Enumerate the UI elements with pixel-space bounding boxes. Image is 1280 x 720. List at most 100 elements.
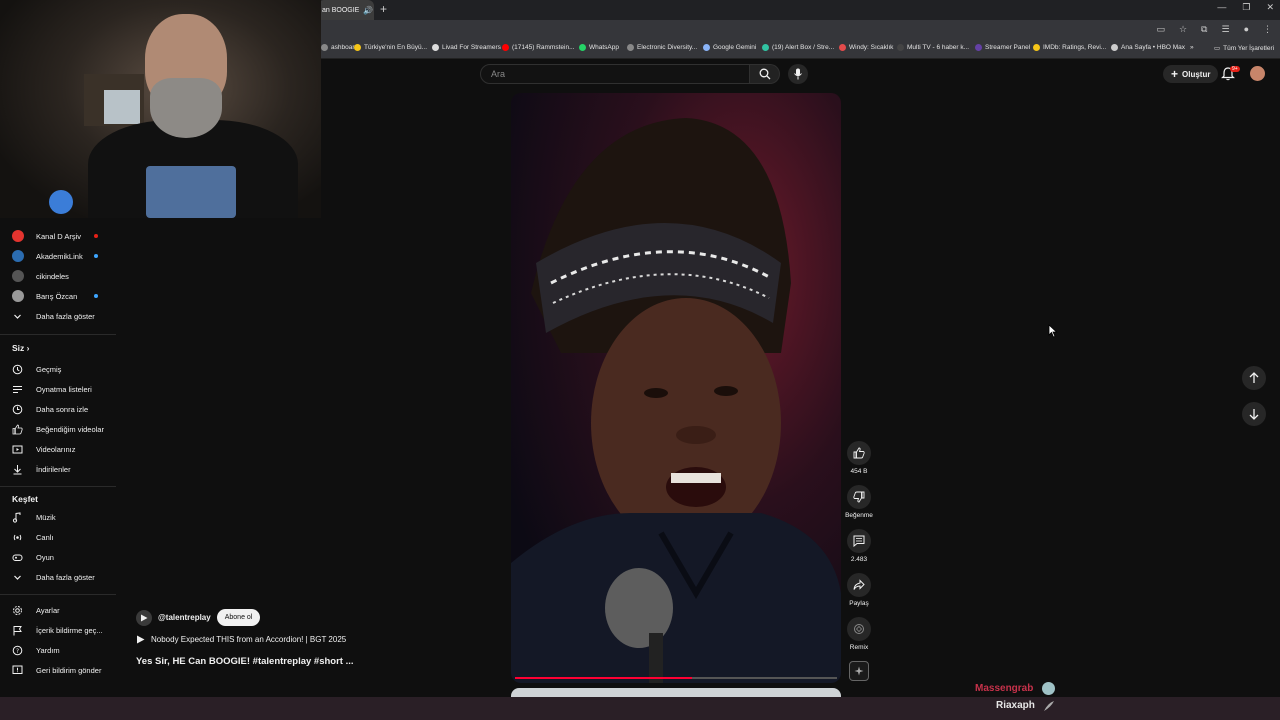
- flag-icon: [11, 624, 24, 637]
- search-button[interactable]: [750, 64, 780, 84]
- video-progress-bar[interactable]: [515, 677, 837, 679]
- bookmark-item[interactable]: Livad For Streamers: [432, 44, 501, 51]
- sidebar-channel[interactable]: AkademikLink: [0, 247, 116, 265]
- bookmark-item[interactable]: Google Gemini: [703, 44, 756, 51]
- liked-icon: [11, 423, 24, 436]
- sidebar-item-label: AkademikLink: [36, 251, 83, 261]
- bookmark-item[interactable]: WhatsApp: [579, 44, 619, 51]
- folder-icon: ▭: [1214, 45, 1221, 52]
- help-icon: ?: [11, 644, 24, 657]
- chevron-right-icon: ›: [24, 343, 30, 353]
- search-input[interactable]: Ara: [480, 64, 750, 84]
- bookmark-item[interactable]: Türkiye'nin En Büyü...: [354, 44, 427, 51]
- bookmark-item[interactable]: (17145) Rammstein...: [502, 44, 575, 51]
- maximize-icon[interactable]: ❐: [1242, 2, 1250, 13]
- share-label: Paylaş: [849, 600, 869, 607]
- sound-source-button[interactable]: [849, 661, 869, 681]
- sidebar-explore-header: Keşfet: [12, 494, 38, 504]
- sidebar-item-label: Daha fazla göster: [36, 311, 95, 321]
- comments-button[interactable]: [847, 529, 871, 553]
- music-row[interactable]: Nobody Expected THIS from an Accordion! …: [136, 635, 346, 644]
- sidebar-item-label: İndirilenler: [36, 464, 71, 474]
- share-action[interactable]: Paylaş: [844, 573, 874, 607]
- short-title[interactable]: Yes Sir, HE Can BOOGIE! #talentreplay #s…: [136, 656, 354, 667]
- sidebar-item[interactable]: Videolarınız: [0, 440, 116, 458]
- account-avatar[interactable]: [1250, 66, 1265, 81]
- sidebar-channel[interactable]: Barış Özcan: [0, 287, 116, 305]
- live-indicator: [94, 234, 98, 238]
- bookmark-favicon-icon: [579, 44, 586, 51]
- comments-action[interactable]: 2.483: [844, 529, 874, 563]
- audio-sparkle-icon: [854, 666, 864, 676]
- menu-icon[interactable]: ⋮: [1263, 24, 1272, 35]
- sidebar-item-label: Yardım: [36, 645, 60, 655]
- shorts-video-player[interactable]: [511, 93, 841, 683]
- channel-avatar[interactable]: [136, 609, 152, 626]
- previous-short-button[interactable]: [1242, 366, 1266, 390]
- next-short-button[interactable]: [1242, 402, 1266, 426]
- new-tab-button[interactable]: +: [380, 2, 387, 16]
- sidebar-item[interactable]: Geri bildirim gönder: [0, 661, 116, 679]
- subscribe-button[interactable]: Abone ol: [216, 609, 261, 626]
- sidebar-item[interactable]: ? Yardım: [0, 641, 116, 659]
- close-window-icon[interactable]: ✕: [1266, 2, 1274, 13]
- show-more-explore[interactable]: Daha fazla göster: [0, 568, 116, 586]
- remix-button[interactable]: [847, 617, 871, 641]
- sidebar-item[interactable]: Canlı: [0, 528, 116, 546]
- thumbs-down-icon: [853, 491, 865, 503]
- bookmark-item[interactable]: Electronic Diversity...: [627, 44, 697, 51]
- bookmark-item[interactable]: Ana Sayfa • HBO Max: [1111, 44, 1185, 51]
- extensions-icon[interactable]: ⧉: [1201, 24, 1207, 35]
- minimize-icon[interactable]: —: [1217, 2, 1226, 13]
- bookmark-item[interactable]: Multi TV - 6 haber k...: [897, 44, 969, 51]
- star-icon[interactable]: ☆: [1179, 24, 1187, 35]
- dislike-button[interactable]: [847, 485, 871, 509]
- bookmark-label: Electronic Diversity...: [637, 44, 698, 51]
- bookmark-item[interactable]: (19) Alert Box / Stre...: [762, 44, 834, 51]
- speaker-icon[interactable]: 🔊: [363, 6, 373, 15]
- like-button[interactable]: [847, 441, 871, 465]
- sidebar-item[interactable]: Oyun: [0, 548, 116, 566]
- plus-icon: +: [1171, 67, 1179, 81]
- sidebar-item[interactable]: Geçmiş: [0, 360, 116, 378]
- sidebar-channel[interactable]: Kanal D Arşiv: [0, 227, 116, 245]
- sidebar-item[interactable]: Daha sonra izle: [0, 400, 116, 418]
- share-button[interactable]: [847, 573, 871, 597]
- voice-search-button[interactable]: [788, 64, 808, 84]
- all-bookmarks[interactable]: ▭ Tüm Yer İşaretleri: [1214, 44, 1274, 53]
- sidebar-item[interactable]: Ayarlar: [0, 601, 116, 619]
- bookmark-item[interactable]: Streamer Panel: [975, 44, 1030, 51]
- download-icon: [11, 463, 24, 476]
- mouse-cursor-icon: [1048, 324, 1058, 338]
- media-icon[interactable]: ☰: [1221, 24, 1229, 35]
- gear-icon: [11, 604, 24, 617]
- bookmark-favicon-icon: [1033, 44, 1040, 51]
- sidebar-item-label: Barış Özcan: [36, 291, 78, 301]
- svg-text:?: ?: [16, 647, 19, 654]
- bookmark-favicon-icon: [502, 44, 509, 51]
- bookmarks-overflow-icon[interactable]: »: [1190, 44, 1194, 51]
- sidebar-you-header[interactable]: Siz ›: [12, 343, 29, 353]
- sidebar-item[interactable]: Müzik: [0, 508, 116, 526]
- sidebar-item[interactable]: Oynatma listeleri: [0, 380, 116, 398]
- sidebar-divider: [0, 594, 116, 595]
- sidebar-item[interactable]: İçerik bildirme geç...: [0, 621, 116, 639]
- webcam-overlay: [0, 0, 321, 218]
- dislike-action[interactable]: Beğenme: [844, 485, 874, 519]
- browser-tab[interactable]: an BOOGIE 🔊 ✕: [318, 0, 374, 20]
- profile-icon[interactable]: ●: [1244, 24, 1249, 35]
- sidebar-channel[interactable]: cikindeles: [0, 267, 116, 285]
- bookmark-item[interactable]: Windy: Sıcaklık: [839, 44, 893, 51]
- comment-count: 2.483: [850, 556, 868, 563]
- sidebar-item[interactable]: İndirilenler: [0, 460, 116, 478]
- create-button[interactable]: + Oluştur: [1163, 65, 1219, 83]
- like-action[interactable]: 454 B: [844, 441, 874, 475]
- sidebar-item[interactable]: Beğendiğim videolar: [0, 420, 116, 438]
- show-more-channels[interactable]: Daha fazla göster: [0, 307, 116, 325]
- channel-name[interactable]: @talentreplay: [158, 613, 211, 622]
- bookmark-item[interactable]: IMDb: Ratings, Revi...: [1033, 44, 1106, 51]
- remix-action[interactable]: Remix: [844, 617, 874, 651]
- viewer-avatar-icon: [1042, 682, 1055, 695]
- install-icon[interactable]: ▭: [1156, 24, 1165, 35]
- bookmark-item[interactable]: ashboard: [321, 44, 358, 51]
